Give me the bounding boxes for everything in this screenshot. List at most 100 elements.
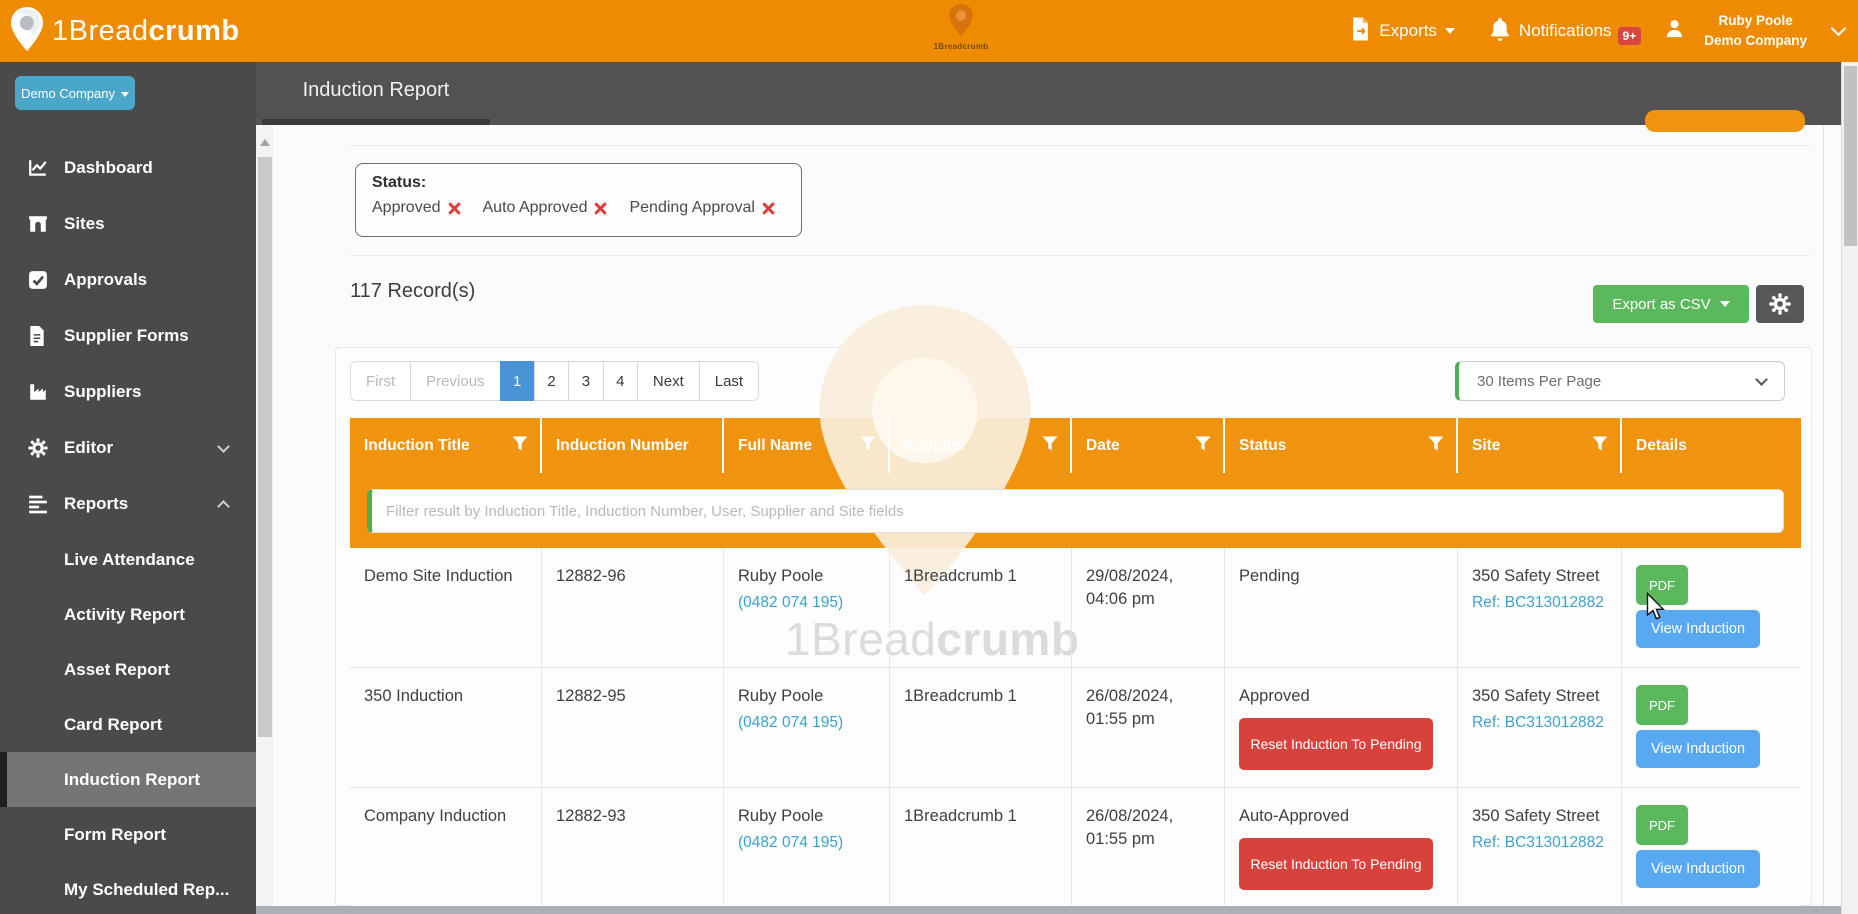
phone-link[interactable]: (0482 074 195): [738, 592, 843, 614]
site-ref-link[interactable]: Ref: BC313012882: [1472, 832, 1604, 854]
remove-filter-icon[interactable]: [762, 202, 775, 215]
cell-full-name: Ruby Poole(0482 074 195): [724, 788, 890, 907]
full-name-text: Ruby Poole: [738, 565, 877, 588]
sidebar-item-label: Dashboard: [64, 158, 153, 178]
items-per-page-select[interactable]: 30 Items Per Page: [1455, 361, 1785, 401]
table-row: Company Induction12882-93Ruby Poole(0482…: [350, 788, 1801, 908]
full-name-text: Ruby Poole: [738, 685, 877, 708]
table-filter-band: [350, 473, 1801, 548]
phone-link[interactable]: (0482 074 195): [738, 712, 843, 734]
page-button-next[interactable]: Next: [637, 361, 700, 401]
cell-date: 26/08/2024,01:55 pm: [1072, 668, 1225, 787]
notifications-label: Notifications: [1519, 21, 1612, 41]
header-actions: Exports Notifications 9+ Ruby Poole Demo…: [1350, 0, 1844, 62]
filter-funnel-icon[interactable]: [1592, 436, 1608, 456]
reset-induction-button[interactable]: Reset Induction To Pending: [1239, 718, 1433, 770]
view-induction-button[interactable]: View Induction: [1636, 850, 1760, 888]
sidebar: Demo Company Dashboard Sites Approvals Supp…: [0, 62, 256, 914]
scroll-up-arrow-icon[interactable]: [260, 139, 270, 146]
reset-induction-button[interactable]: Reset Induction To Pending: [1239, 838, 1433, 890]
bottom-scrollbar[interactable]: [256, 906, 1841, 914]
exports-menu[interactable]: Exports: [1350, 17, 1455, 46]
window-scrollbar-thumb[interactable]: [1844, 66, 1857, 246]
filter-funnel-icon[interactable]: [1042, 436, 1058, 456]
cell-status: Pending: [1225, 548, 1458, 667]
sidebar-item-editor[interactable]: Editor: [0, 420, 256, 476]
sidebar-subitem-asset-report[interactable]: Asset Report: [0, 642, 256, 697]
sidebar-subitem-label: Live Attendance: [64, 550, 195, 570]
sidebar-item-label: Sites: [64, 214, 105, 234]
site-ref-link[interactable]: Ref: BC313012882: [1472, 592, 1604, 614]
export-csv-button[interactable]: Export as CSV: [1593, 285, 1749, 323]
phone-link[interactable]: (0482 074 195): [738, 832, 843, 854]
sidebar-subitem-label: Activity Report: [64, 605, 185, 625]
cell-full-name: Ruby Poole (0482 074 195): [724, 668, 890, 787]
notifications-menu[interactable]: Notifications 9+: [1489, 17, 1641, 46]
sidebar-item-supplier-forms[interactable]: Supplier Forms: [0, 308, 256, 364]
window-scrollbar[interactable]: [1841, 62, 1858, 914]
sidebar-subitem-label: My Scheduled Rep...: [64, 880, 229, 900]
user-info: Ruby Poole Demo Company: [1704, 11, 1807, 52]
pdf-button[interactable]: PDF: [1636, 685, 1688, 725]
brand-logo[interactable]: 1Breadcrumb: [10, 6, 240, 57]
column-header-date: Date: [1072, 418, 1225, 473]
sidebar-subitem-induction-report[interactable]: Induction Report: [0, 752, 256, 807]
export-csv-caret-icon: [1720, 301, 1730, 307]
cell-details: PDF View Induction: [1622, 668, 1801, 787]
sidebar-item-label: Approvals: [64, 270, 147, 290]
sidebar-item-suppliers[interactable]: Suppliers: [0, 364, 256, 420]
filter-funnel-icon[interactable]: [1428, 436, 1444, 456]
filter-funnel-icon[interactable]: [860, 436, 876, 456]
filter-funnel-icon[interactable]: [512, 436, 528, 456]
sidebar-item-approvals[interactable]: Approvals: [0, 252, 256, 308]
status-chip-approved: Approved: [372, 199, 461, 217]
column-header-status: Status: [1225, 418, 1458, 473]
page-button-2[interactable]: 2: [534, 361, 569, 401]
gear-icon: [28, 438, 48, 458]
site-ref-link[interactable]: Ref: BC313012882: [1472, 712, 1604, 734]
table-filter-input[interactable]: [367, 489, 1784, 533]
scrollbar-thumb[interactable]: [258, 157, 272, 737]
user-menu[interactable]: Ruby Poole Demo Company: [1663, 11, 1844, 52]
remove-filter-icon[interactable]: [594, 202, 607, 215]
report-table-card: FirstPrevious1234NextLast 30 Items Per P…: [335, 347, 1812, 906]
factory-icon: [28, 382, 48, 402]
company-switcher-button[interactable]: Demo Company: [15, 76, 135, 110]
cell-date: 29/08/2024,04:06 pm: [1072, 548, 1225, 667]
content-scrollbar[interactable]: [256, 125, 274, 914]
sidebar-item-reports[interactable]: Reports: [0, 476, 256, 532]
page-button-1[interactable]: 1: [500, 361, 535, 401]
column-header-label: Supplier: [904, 437, 966, 455]
cell-details: PDF View Induction: [1622, 548, 1801, 667]
notifications-badge: 9+: [1618, 27, 1642, 45]
sidebar-subitem-my-scheduled-rep[interactable]: My Scheduled Rep...: [0, 862, 256, 914]
page-button-3[interactable]: 3: [568, 361, 603, 401]
app-window: 1Breadcrumb 1Breadcrumb Exports Notifica…: [0, 0, 1858, 914]
doc-icon: [28, 326, 48, 346]
company-switcher-label: Demo Company: [21, 86, 115, 101]
sidebar-subitem-live-attendance[interactable]: Live Attendance: [0, 532, 256, 587]
sidebar-subitem-form-report[interactable]: Form Report: [0, 807, 256, 862]
sidebar-item-sites[interactable]: Sites: [0, 196, 256, 252]
page-button-last[interactable]: Last: [699, 361, 759, 401]
status-chip-label: Auto Approved: [483, 199, 588, 217]
sidebar-subitem-card-report[interactable]: Card Report: [0, 697, 256, 752]
brand-name: 1Breadcrumb: [52, 15, 240, 48]
filter-funnel-icon[interactable]: [1195, 436, 1211, 456]
view-induction-button[interactable]: View Induction: [1636, 610, 1760, 648]
time-text: 01:55 pm: [1086, 828, 1212, 851]
column-header-label: Site: [1472, 437, 1500, 455]
pdf-button[interactable]: PDF: [1636, 805, 1688, 845]
remove-filter-icon[interactable]: [448, 202, 461, 215]
cell-site: 350 Safety StreetRef: BC313012882: [1458, 548, 1622, 667]
table-settings-button[interactable]: [1756, 285, 1804, 323]
pdf-button[interactable]: PDF: [1636, 565, 1688, 605]
tab-induction-report[interactable]: Induction Report: [262, 62, 490, 125]
list-icon: [28, 494, 48, 514]
sidebar-item-dashboard[interactable]: Dashboard: [0, 140, 256, 196]
partially-hidden-button[interactable]: [1645, 110, 1805, 132]
page-button-4[interactable]: 4: [603, 361, 638, 401]
view-induction-button[interactable]: View Induction: [1636, 730, 1760, 768]
date-text: 26/08/2024,: [1086, 685, 1212, 708]
sidebar-subitem-activity-report[interactable]: Activity Report: [0, 587, 256, 642]
